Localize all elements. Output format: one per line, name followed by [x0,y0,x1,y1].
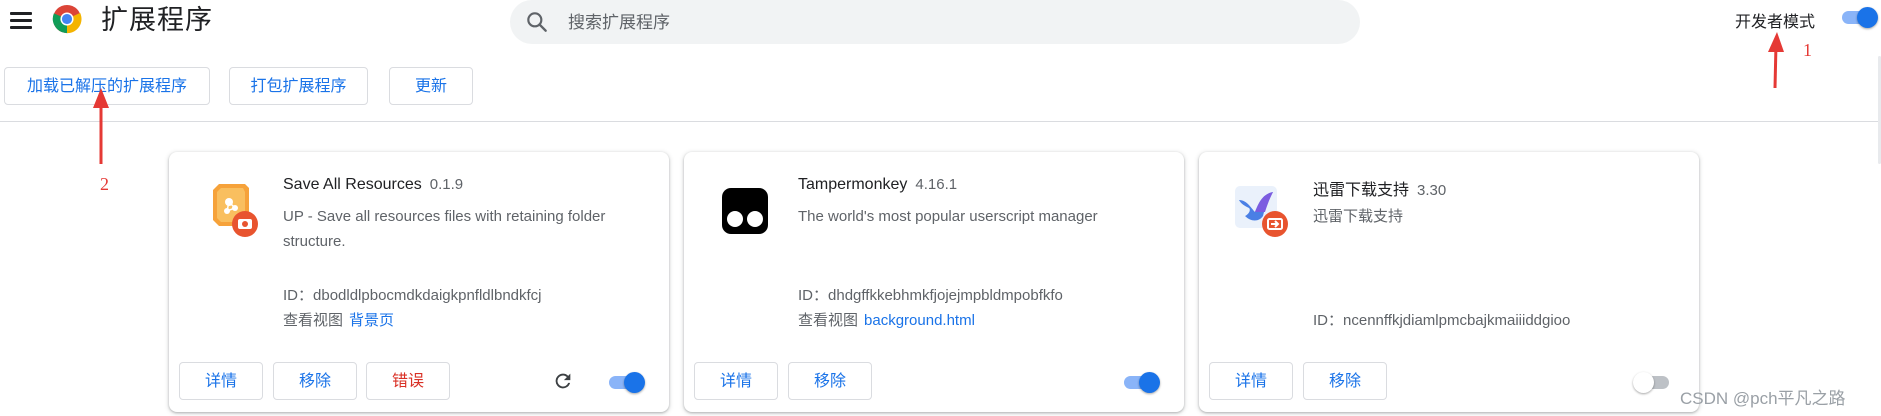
remove-button[interactable]: 移除 [1303,362,1387,400]
extension-description: The world's most popular userscript mana… [798,208,1098,225]
extension-card-save-all-resources: Save All Resources 0.1.9 UP - Save all re… [169,152,669,412]
extension-name: Tampermonkey 4.16.1 [798,176,958,193]
extensions-page: 扩展程序 开发者模式 加载已解压的扩展程序 打包扩展程序 更新 [0,0,1881,416]
watermark: CSDN @pch平凡之路 [1680,389,1846,408]
extension-version: 4.16.1 [915,176,958,193]
tampermonkey-icon [722,188,768,234]
annotation-number-1: 1 [1803,40,1812,60]
update-button[interactable]: 更新 [389,67,473,105]
extension-enable-toggle[interactable] [605,371,645,393]
developer-mode-label: 开发者模式 [1735,14,1816,31]
xunlei-icon [1235,186,1288,237]
extension-enable-toggle[interactable] [1633,371,1673,393]
search-bar[interactable] [510,0,1360,44]
background-html-link[interactable]: background.html [864,312,975,329]
extension-id: ID：ncennffkjdiamlpmcbajkmaiiiddgioo [1313,312,1571,329]
header-bar: 扩展程序 开发者模式 [0,0,1881,44]
details-button[interactable]: 详情 [694,362,778,400]
search-input[interactable] [566,7,1330,39]
extension-card-xunlei: 迅雷下载支持 3.30 迅雷下载支持 ID：ncennffkjdiamlpmcba… [1199,152,1699,412]
annotation-arrow-2 [93,88,109,164]
extension-version: 3.30 [1417,182,1447,199]
developer-mode-toggle[interactable] [1838,6,1878,28]
extension-name: 迅雷下载支持 3.30 [1313,182,1447,199]
annotation-arrow-1 [1768,32,1784,89]
extension-description: UP - Save all resources files with retai… [283,208,606,250]
background-page-link[interactable]: 背景页 [349,312,394,329]
reload-icon[interactable] [552,370,574,392]
annotation-number-2: 2 [100,174,109,194]
remove-button[interactable]: 移除 [273,362,357,400]
extension-id: ID：dhdgffkkebhmkfjojejmpbldmpobfkfo [798,287,1063,304]
extension-version: 0.1.9 [429,176,464,193]
extension-card-tampermonkey: Tampermonkey 4.16.1 The world's most popu… [684,152,1184,412]
details-button[interactable]: 详情 [179,362,263,400]
toolbar-divider [0,121,1881,122]
save-all-resources-icon [213,184,258,237]
extension-name: Save All Resources 0.1.9 [283,176,464,193]
chrome-logo-icon [52,4,82,34]
menu-icon[interactable] [10,12,32,30]
pack-extension-button[interactable]: 打包扩展程序 [229,67,368,105]
remove-button[interactable]: 移除 [788,362,872,400]
details-button[interactable]: 详情 [1209,362,1293,400]
extension-enable-toggle[interactable] [1120,371,1160,393]
search-icon [527,12,547,32]
extension-description: 迅雷下载支持 [1313,208,1404,225]
inspect-views: 查看视图 background.html [798,312,975,329]
errors-button[interactable]: 错误 [366,362,450,400]
extension-id: ID：dbodldlpbocmdkdaigkpnfldlbndkfcj [283,287,542,304]
inspect-views: 查看视图 背景页 [283,312,395,329]
page-title: 扩展程序 [101,5,213,35]
